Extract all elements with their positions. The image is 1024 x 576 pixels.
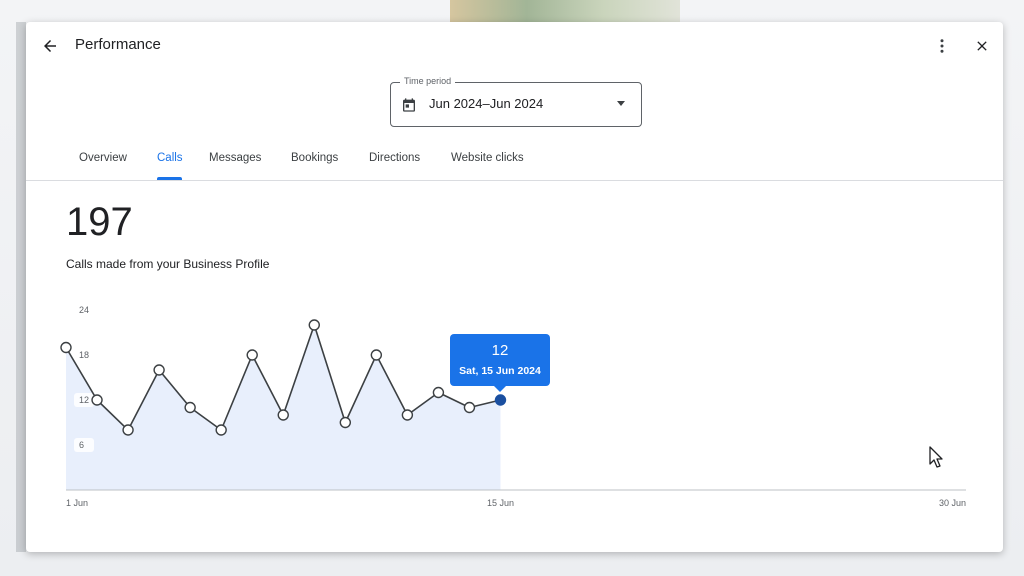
- y-tick-label: 24: [79, 305, 89, 315]
- time-period-value: Jun 2024–Jun 2024: [429, 96, 544, 111]
- data-point[interactable]: [184, 401, 196, 414]
- highlighted-data-point[interactable]: [494, 394, 507, 406]
- tab-messages[interactable]: Messages: [209, 152, 261, 164]
- data-point[interactable]: [91, 394, 103, 406]
- page-title: Performance: [75, 36, 161, 53]
- data-point[interactable]: [153, 364, 165, 376]
- performance-dialog: Performance Time period Jun 2024–Jun 202…: [26, 22, 1003, 552]
- arrow-back-icon: [44, 40, 56, 52]
- chevron-down-icon: [617, 101, 625, 106]
- data-point[interactable]: [432, 386, 445, 399]
- y-tick-label-bg: [74, 303, 94, 317]
- calendar-icon: [403, 98, 415, 112]
- data-point[interactable]: [122, 424, 134, 436]
- more-options-button[interactable]: [930, 34, 954, 58]
- data-point[interactable]: [277, 409, 289, 421]
- tab-calls[interactable]: Calls: [157, 152, 183, 164]
- data-point[interactable]: [308, 319, 320, 331]
- time-period-select[interactable]: Time period Jun 2024–Jun 2024: [390, 76, 642, 127]
- x-tick-label: 30 Jun: [939, 498, 966, 508]
- y-tick-label-bg: [74, 393, 94, 407]
- tab-directions[interactable]: Directions: [369, 152, 420, 164]
- x-tick-label: 15 Jun: [487, 498, 514, 508]
- y-tick-label: 12: [79, 395, 89, 405]
- y-tick-label-bg: [74, 348, 94, 362]
- data-point[interactable]: [370, 349, 383, 361]
- y-tick-label: 18: [79, 350, 89, 360]
- total-calls-value: 197: [66, 200, 133, 244]
- y-tick-label-bg: [74, 438, 94, 452]
- data-point[interactable]: [215, 424, 227, 436]
- data-point[interactable]: [60, 341, 72, 354]
- close-icon: [977, 41, 987, 51]
- dialog-header: Performance: [26, 22, 1003, 70]
- data-point[interactable]: [339, 416, 352, 429]
- tab-website-clicks[interactable]: Website clicks: [451, 152, 524, 164]
- tooltip-value: 12: [491, 342, 509, 359]
- data-point[interactable]: [401, 409, 414, 421]
- close-button[interactable]: [970, 34, 994, 58]
- chart-area-fill: [66, 325, 501, 490]
- background-edge: [16, 22, 26, 552]
- back-button[interactable]: [38, 34, 62, 58]
- data-point[interactable]: [246, 349, 258, 361]
- total-calls-caption: Calls made from your Business Profile: [66, 257, 270, 271]
- chart-tooltip: 12 Sat, 15 Jun 2024: [450, 334, 550, 392]
- x-tick-label: 1 Jun: [66, 498, 88, 508]
- y-tick-label: 6: [79, 440, 84, 450]
- background-image-strip: [450, 0, 680, 22]
- tab-bookings[interactable]: Bookings: [291, 152, 338, 164]
- metric-tabs: Overview Calls Messages Bookings Directi…: [26, 142, 1003, 181]
- tab-overview[interactable]: Overview: [79, 152, 127, 164]
- time-period-label: Time period: [400, 76, 456, 86]
- data-point[interactable]: [463, 401, 476, 414]
- active-tab-indicator: [157, 177, 182, 180]
- mouse-pointer-icon: [929, 446, 943, 468]
- tooltip-date: Sat, 15 Jun 2024: [459, 365, 541, 377]
- more-vert-icon: [940, 39, 944, 53]
